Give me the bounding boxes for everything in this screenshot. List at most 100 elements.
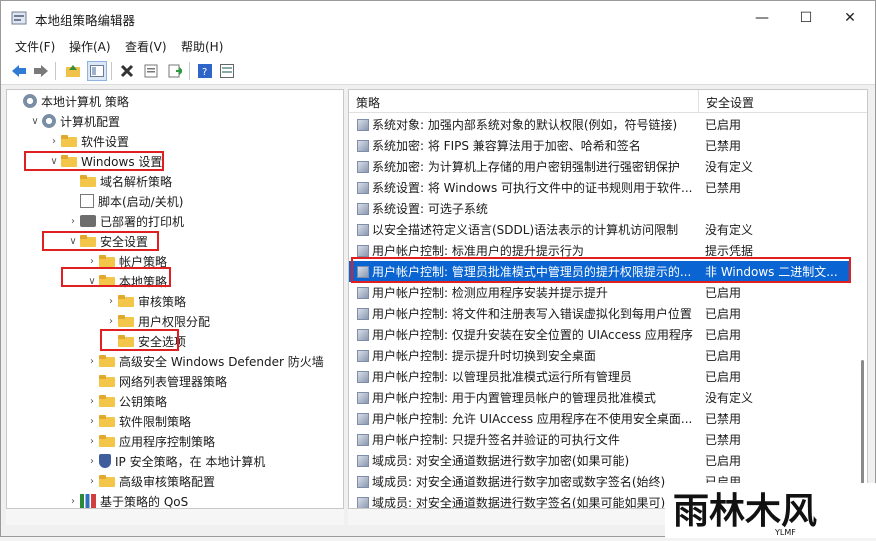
- table-row[interactable]: 用户帐户控制: 用于内置管理员帐户的管理员批准模式 没有定义: [349, 387, 849, 408]
- menu-action[interactable]: 操作(A): [69, 38, 111, 55]
- policy-icon: [357, 391, 369, 404]
- tree-item[interactable]: › 用户权限分配: [104, 311, 210, 331]
- tree-item[interactable]: › 审核策略: [104, 291, 186, 311]
- policy-name: 用户帐户控制: 提示提升时切换到安全桌面: [372, 349, 596, 363]
- table-row[interactable]: 用户帐户控制: 仅提升安装在安全位置的 UIAccess 应用程序 已启用: [349, 324, 849, 345]
- policy-icon: [357, 496, 369, 508]
- table-row[interactable]: 用户帐户控制: 允许 UIAccess 应用程序在不使用安全桌面... 已禁用: [349, 408, 849, 429]
- policy-name: 用户帐户控制: 将文件和注册表写入错误虚拟化到每用户位置: [372, 307, 692, 321]
- delete-icon[interactable]: [117, 61, 137, 81]
- column-header-setting[interactable]: 安全设置: [706, 94, 754, 111]
- table-row[interactable]: 系统设置: 可选子系统: [349, 198, 849, 219]
- table-row[interactable]: 用户帐户控制: 只提升签名并验证的可执行文件 已禁用: [349, 429, 849, 450]
- minimize-button[interactable]: —: [739, 1, 785, 35]
- menu-bar: 文件(F) 操作(A) 查看(V) 帮助(H): [1, 35, 875, 57]
- forward-icon[interactable]: [31, 61, 51, 81]
- policy-icon: [357, 139, 369, 152]
- shield-icon: [99, 454, 111, 468]
- table-row[interactable]: 系统加密: 为计算机上存储的用户密钥强制进行强密钥保护 没有定义: [349, 156, 849, 177]
- policy-editor-icon: [11, 11, 27, 25]
- table-row[interactable]: 系统加密: 将 FIPS 兼容算法用于加密、哈希和签名 已禁用: [349, 135, 849, 156]
- tree-item[interactable]: › 公钥策略: [85, 391, 167, 411]
- chevron-right-icon[interactable]: ›: [85, 456, 99, 467]
- policy-setting: 没有定义: [705, 160, 754, 174]
- tree-item-label: 软件限制策略: [119, 414, 192, 429]
- chevron-down-icon[interactable]: ∨: [28, 116, 42, 127]
- chevron-right-icon[interactable]: ›: [85, 476, 99, 487]
- view-icon[interactable]: [217, 61, 237, 81]
- tree-item[interactable]: › 高级安全 Windows Defender 防火墙: [85, 351, 324, 371]
- tree-item-label: 本地计算机 策略: [41, 94, 129, 109]
- chevron-right-icon[interactable]: ›: [66, 216, 80, 227]
- maximize-button[interactable]: ☐: [783, 1, 829, 35]
- chevron-right-icon[interactable]: ›: [85, 256, 99, 267]
- tree-item-label: 公钥策略: [119, 394, 168, 409]
- chevron-right-icon[interactable]: ›: [104, 296, 118, 307]
- policy-name: 用户帐户控制: 只提升签名并验证的可执行文件: [372, 433, 620, 447]
- tree-item[interactable]: › 应用程序控制策略: [85, 431, 215, 451]
- tree-item[interactable]: › IP 安全策略，在 本地计算机: [85, 451, 265, 471]
- policy-setting: 已启用: [705, 118, 742, 132]
- tree-item-label: 高级审核策略配置: [119, 474, 216, 489]
- export-icon[interactable]: [165, 61, 185, 81]
- table-row[interactable]: 以安全描述符定义语言(SDDL)语法表示的计算机访问限制 没有定义: [349, 219, 849, 240]
- show-tree-icon[interactable]: [87, 61, 107, 81]
- policy-list-pane: 策略 安全设置 系统对象: 加强内部系统对象的默认权限(例如，符号链接) 已启用系…: [348, 89, 868, 509]
- tree-item[interactable]: › 高级审核策略配置: [85, 471, 215, 491]
- chevron-right-icon[interactable]: ›: [47, 136, 61, 147]
- policy-icon: [357, 412, 369, 425]
- policy-setting: 已禁用: [705, 433, 742, 447]
- policy-setting: 已启用: [705, 307, 742, 321]
- tree-item-label: 应用程序控制策略: [119, 434, 216, 449]
- tree-item[interactable]: ∨ 计算机配置: [28, 111, 120, 131]
- chevron-right-icon[interactable]: ›: [66, 496, 80, 507]
- menu-view[interactable]: 查看(V): [125, 38, 167, 55]
- folder-icon: [99, 475, 115, 487]
- chevron-right-icon[interactable]: ›: [85, 356, 99, 367]
- close-button[interactable]: ✕: [827, 1, 873, 35]
- tree-item[interactable]: › 软件设置: [47, 131, 129, 151]
- up-folder-icon[interactable]: [63, 61, 83, 81]
- properties-icon[interactable]: [141, 61, 161, 81]
- watermark-logo: 雨林木风 YLMF: [665, 483, 876, 538]
- tree-item-label: 基于策略的 QoS: [100, 494, 189, 509]
- chevron-right-icon[interactable]: ›: [85, 416, 99, 427]
- chevron-right-icon[interactable]: ›: [85, 396, 99, 407]
- folder-icon: [99, 375, 115, 387]
- table-row[interactable]: 用户帐户控制: 提示提升时切换到安全桌面 已启用: [349, 345, 849, 366]
- tree-horizontal-scrollbar[interactable]: [6, 509, 344, 525]
- script-icon: [80, 194, 94, 208]
- help-icon[interactable]: ?: [195, 61, 215, 81]
- back-icon[interactable]: [9, 61, 29, 81]
- menu-help[interactable]: 帮助(H): [181, 38, 223, 55]
- tree-item-label: 用户权限分配: [138, 314, 211, 329]
- list-header: 策略 安全设置: [349, 90, 867, 113]
- chevron-right-icon[interactable]: ›: [85, 436, 99, 447]
- tree-item[interactable]: 域名解析策略: [66, 171, 172, 191]
- policy-icon: [357, 328, 369, 341]
- chevron-right-icon[interactable]: ›: [104, 316, 118, 327]
- tree-item[interactable]: 网络列表管理器策略: [85, 371, 227, 391]
- folder-icon: [118, 315, 134, 327]
- table-row[interactable]: 用户帐户控制: 检测应用程序安装并提示提升 已启用: [349, 282, 849, 303]
- tree-item[interactable]: 本地计算机 策略: [9, 91, 129, 111]
- policy-name: 用户帐户控制: 仅提升安装在安全位置的 UIAccess 应用程序: [372, 328, 693, 342]
- table-row[interactable]: 用户帐户控制: 以管理员批准模式运行所有管理员 已启用: [349, 366, 849, 387]
- table-row[interactable]: 系统设置: 将 Windows 可执行文件中的证书规则用于软件... 已禁用: [349, 177, 849, 198]
- table-row[interactable]: 用户帐户控制: 将文件和注册表写入错误虚拟化到每用户位置 已启用: [349, 303, 849, 324]
- chart-icon: [80, 494, 96, 508]
- vertical-scrollbar[interactable]: [857, 90, 867, 508]
- policy-icon: [357, 181, 369, 194]
- tree-item[interactable]: › 基于策略的 QoS: [66, 491, 189, 509]
- column-header-policy[interactable]: 策略: [356, 94, 380, 111]
- table-row[interactable]: 域成员: 对安全通道数据进行数字加密(如果可能) 已启用: [349, 450, 849, 471]
- tree-item[interactable]: › 已部署的打印机: [66, 211, 184, 231]
- policy-icon: [357, 349, 369, 362]
- computer-icon: [42, 114, 56, 128]
- tree-item[interactable]: 脚本(启动/关机): [66, 191, 183, 211]
- menu-file[interactable]: 文件(F): [15, 38, 55, 55]
- table-row[interactable]: 系统对象: 加强内部系统对象的默认权限(例如，符号链接) 已启用: [349, 114, 849, 135]
- tree-item[interactable]: › 软件限制策略: [85, 411, 191, 431]
- policy-setting: 已启用: [705, 328, 742, 342]
- tree-item-label: 高级安全 Windows Defender 防火墙: [119, 354, 324, 369]
